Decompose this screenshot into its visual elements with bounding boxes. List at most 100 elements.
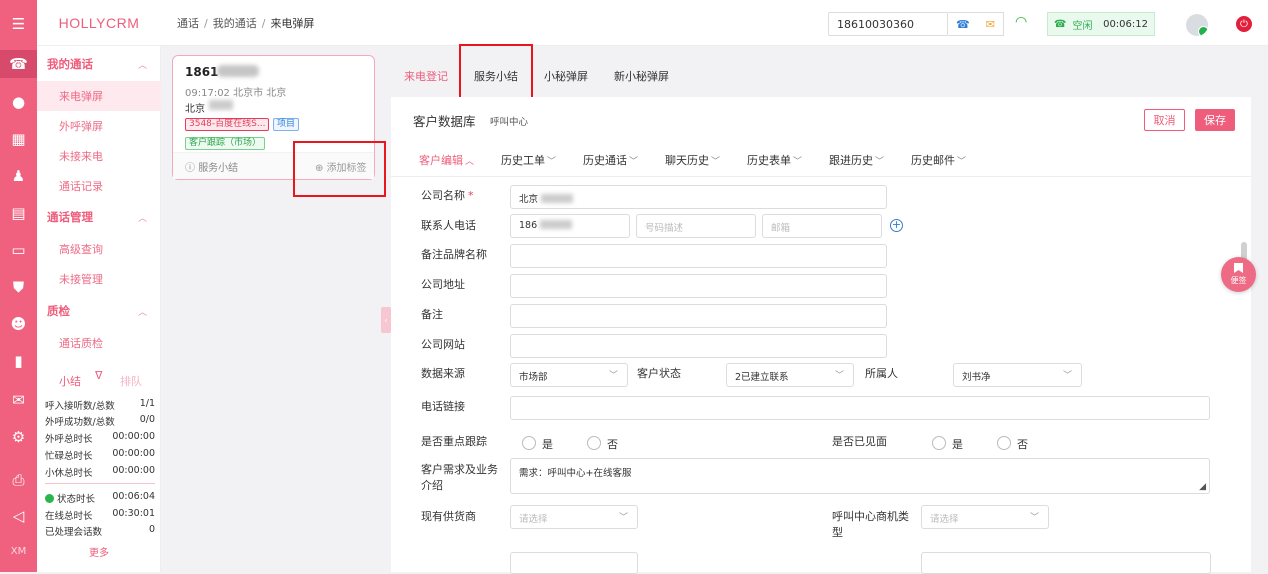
wifi-icon: ◠ <box>1015 14 1028 30</box>
message-icon[interactable]: ✉ <box>0 386 37 414</box>
sidebar-item-missed-management[interactable]: 未接管理 <box>37 264 161 294</box>
bar-chart-icon[interactable]: ▮ <box>0 347 37 375</box>
sidebar-item-outbound-popup[interactable]: 外呼弹屏 <box>37 111 161 141</box>
collapse-handle[interactable]: ‹ <box>381 307 391 333</box>
collapse-icon[interactable]: ◁ <box>0 502 37 530</box>
owner-select[interactable]: 刘书净 ﹀ <box>953 363 1082 387</box>
tab-summary[interactable]: 小结 <box>59 373 81 389</box>
tag-customer-follow[interactable]: 客户跟踪（市场） <box>185 137 266 150</box>
power-icon[interactable]: ⏻ <box>1236 16 1252 32</box>
brand-note-input[interactable] <box>510 244 887 268</box>
sidebar-item-advanced-query[interactable]: 高级查询 <box>37 234 161 264</box>
phone-number-field[interactable]: 18610030360 <box>828 12 948 36</box>
cancel-button[interactable]: 取消 <box>1144 109 1185 131</box>
status-dot-icon <box>45 494 54 503</box>
met-no-radio[interactable] <box>997 436 1011 450</box>
tab-customer-edit[interactable]: 客户编辑 ︿ <box>419 152 474 168</box>
chat-icon[interactable]: ● <box>0 88 37 116</box>
save-button[interactable]: 保存 <box>1195 109 1235 131</box>
tab-new-assistant-popup[interactable]: 新小秘弹屏 <box>614 68 669 84</box>
cc-type-label: 呼叫中心商机类型 <box>832 510 909 539</box>
redacted-text <box>209 100 233 110</box>
monitor-icon[interactable]: ▭ <box>0 236 37 264</box>
call-tools: ☎ ✉ <box>948 12 1004 36</box>
phone-link-input[interactable] <box>510 396 1210 420</box>
key-follow-no-radio[interactable] <box>587 436 601 450</box>
caller-city: 北京 <box>185 104 205 115</box>
notification-icon[interactable]: ⎙ <box>0 466 37 494</box>
tag-project[interactable]: 项目 <box>273 118 300 131</box>
next-row-input[interactable] <box>921 552 1211 574</box>
highlight-box <box>459 44 533 103</box>
address-input[interactable] <box>510 274 887 298</box>
menu-icon[interactable]: ☰ <box>0 10 37 38</box>
tab-history-emails[interactable]: 历史邮件 ﹀ <box>911 152 966 168</box>
tab-history-forms[interactable]: 历史表单 ﹀ <box>747 152 802 168</box>
sidebar-item-call-quality[interactable]: 通话质检 <box>37 328 161 358</box>
customer-status-select[interactable]: 2已建立联系 ﹀ <box>726 363 854 387</box>
email-input[interactable]: 邮箱 <box>762 214 882 238</box>
supplier-select[interactable]: 请选择 ﹀ <box>510 505 638 529</box>
chevron-up-icon: ︿ <box>465 157 475 167</box>
breadcrumb: 通话 / 我的通话 / 来电弹屏 <box>177 17 315 30</box>
met-yes-radio[interactable] <box>932 436 946 450</box>
sidebar-item-call-records[interactable]: 通话记录 <box>37 171 161 201</box>
tab-incoming-register[interactable]: 来电登记 <box>404 68 448 84</box>
stat-row: 状态时长 00:06:04 <box>45 491 155 505</box>
remark-input[interactable] <box>510 304 887 328</box>
stat-row: 小休总时长 00:00:00 <box>45 465 155 479</box>
grid-icon[interactable]: ▦ <box>0 125 37 153</box>
next-row-input[interactable] <box>510 552 638 574</box>
sticky-note-label: 便签 <box>1230 276 1247 285</box>
chevron-down-icon: ﹀ <box>618 513 628 523</box>
tab-history-calls[interactable]: 历史通话 ﹀ <box>583 152 638 168</box>
sticky-note-button[interactable]: 便签 <box>1221 257 1256 292</box>
sidebar-group-quality[interactable]: 质检 ︿ <box>37 296 161 326</box>
tab-chat-history[interactable]: 聊天历史 ﹀ <box>665 152 720 168</box>
sidebar-item-incoming-popup[interactable]: 来电弹屏 <box>37 81 161 111</box>
met-label: 是否已见面 <box>832 435 887 448</box>
company-name-input[interactable]: 北京 <box>510 185 887 209</box>
tab-assistant-popup[interactable]: 小秘弹屏 <box>544 68 588 84</box>
add-phone-icon[interactable]: + <box>890 219 903 232</box>
more-button[interactable]: 更多 <box>89 544 109 559</box>
tab-queue[interactable]: 排队 <box>120 373 142 389</box>
chevron-down-icon: ﹀ <box>711 157 721 167</box>
address-label: 公司地址 <box>421 278 465 291</box>
tab-follow-history[interactable]: 跟进历史 ﹀ <box>829 152 884 168</box>
user-icon[interactable]: ♟ <box>0 162 37 190</box>
phone-description-input[interactable]: 号码描述 <box>636 214 756 238</box>
chevron-down-icon: ﹀ <box>793 157 803 167</box>
cc-type-select[interactable]: 请选择 ﹀ <box>921 505 1049 529</box>
tag-channel[interactable]: 3548-百度在线S... <box>185 118 270 131</box>
breadcrumb-item[interactable]: 通话 <box>177 17 199 30</box>
shield-icon[interactable]: ⛊ <box>0 273 37 301</box>
sidebar-group-my-calls[interactable]: 我的通话 ︿ <box>37 49 161 79</box>
robot-icon[interactable]: ☻ <box>0 310 37 338</box>
key-follow-yes-radio[interactable] <box>522 436 536 450</box>
tab-history-tickets[interactable]: 历史工单 ﹀ <box>501 152 556 168</box>
data-source-select[interactable]: 市场部 ﹀ <box>510 363 628 387</box>
bookmark-icon <box>1234 263 1243 273</box>
chevron-down-icon: ﹀ <box>608 371 618 381</box>
breadcrumb-item[interactable]: 我的通话 <box>213 17 257 30</box>
sidebar-group-call-management[interactable]: 通话管理 ︿ <box>37 202 161 232</box>
clipboard-icon[interactable]: ▤ <box>0 199 37 227</box>
chat-icon[interactable]: ✉ <box>986 18 995 31</box>
agent-status[interactable]: ☎ 空闲 00:06:12 <box>1047 12 1155 36</box>
phone-icon[interactable]: ☎ <box>0 50 37 78</box>
phone-icon[interactable]: ☎ <box>956 18 970 31</box>
resize-handle-icon[interactable]: ◢ <box>1199 482 1206 492</box>
contact-phone-input[interactable]: 186 <box>510 214 630 238</box>
needs-textarea[interactable]: 需求：呼叫中心+在线客服 ◢ <box>510 458 1210 494</box>
top-bar: HOLLYCRM 通话 / 我的通话 / 来电弹屏 18610030360 ☎ ✉ ◠ … <box>37 0 1268 46</box>
info-icon: ⓘ <box>185 163 199 174</box>
sub-tabs: 客户编辑 ︿ 历史工单 ﹀ 历史通话 ﹀ 聊天历史 ﹀ 历史表单 ﹀ 跟进历史 ﹀ 历史邮件… <box>391 141 1251 177</box>
gear-icon[interactable]: ⚙ <box>0 423 37 451</box>
avatar[interactable] <box>1186 14 1208 36</box>
divider <box>45 483 155 484</box>
service-summary-link[interactable]: ⓘ 服务小结 <box>185 159 238 174</box>
sidebar-item-missed-calls[interactable]: 未接来电 <box>37 141 161 171</box>
website-input[interactable] <box>510 334 887 358</box>
brand-note-label: 备注品牌名称 <box>421 248 487 261</box>
